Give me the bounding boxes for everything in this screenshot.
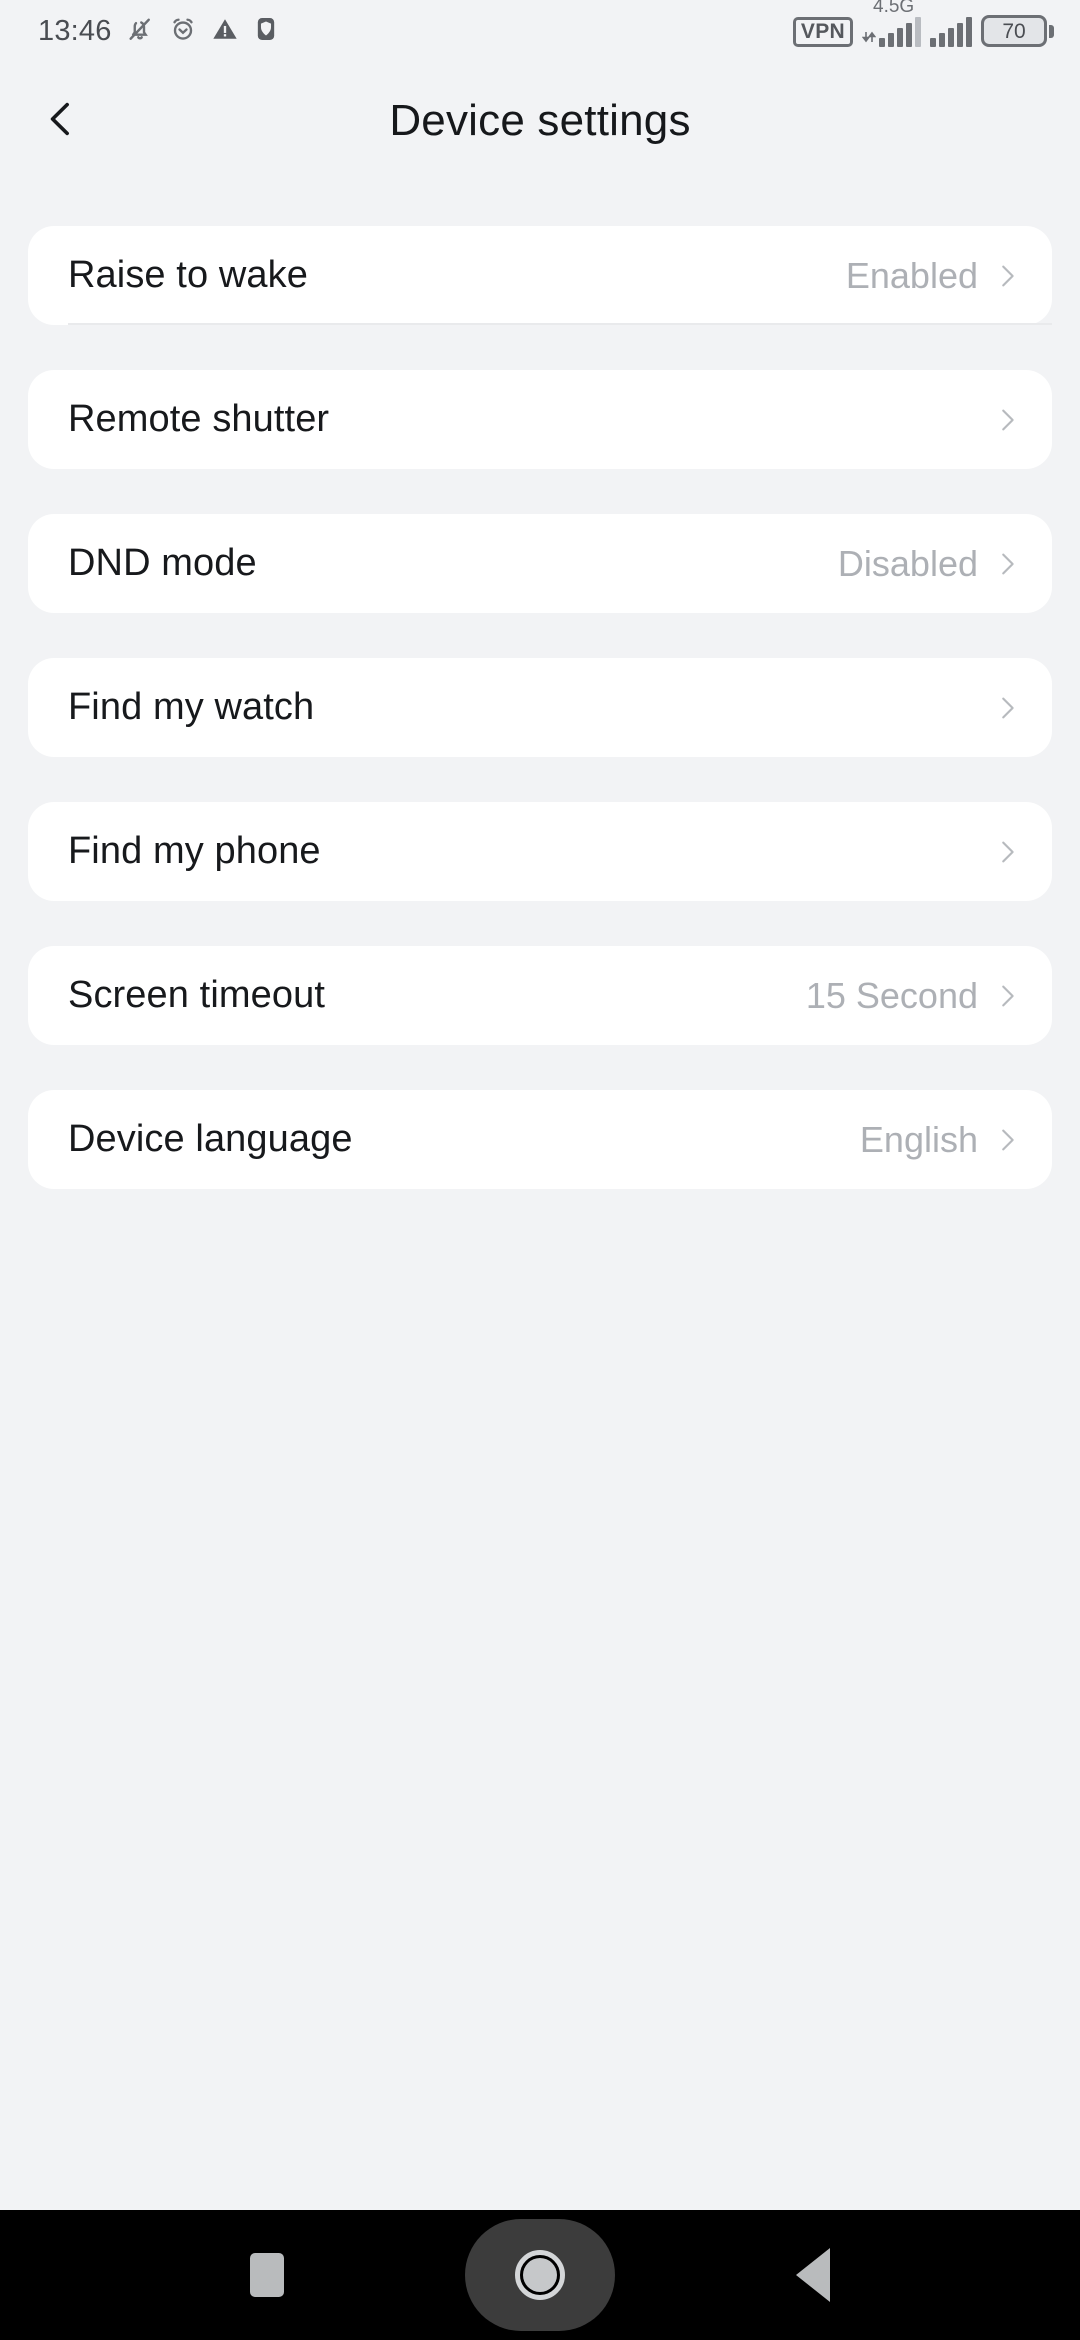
settings-row-label: Find my watch: [68, 686, 315, 728]
chevron-right-icon: [992, 981, 1022, 1011]
settings-row-value: Disabled: [837, 542, 978, 584]
page-title: Device settings: [389, 96, 691, 145]
chevron-right-icon: [992, 261, 1022, 291]
settings-row-device-language[interactable]: Device language English: [28, 1090, 1052, 1189]
triangle-back-icon[interactable]: [796, 2248, 830, 2302]
app-header: Device settings: [0, 62, 1080, 180]
settings-row-remote-shutter[interactable]: Remote shutter: [28, 370, 1052, 469]
back-button[interactable]: [22, 82, 100, 160]
chevron-right-icon: [992, 837, 1022, 867]
settings-row-value: 15 Second: [805, 974, 978, 1016]
settings-row-label: Device language: [68, 1118, 353, 1160]
battery-icon: 70: [981, 15, 1054, 47]
alarm-clock-icon: [168, 14, 198, 49]
settings-row-screen-timeout[interactable]: Screen timeout 15 Second: [28, 946, 1052, 1045]
settings-row-label: Find my phone: [68, 830, 321, 872]
settings-row-value: English: [859, 1118, 978, 1160]
chevron-right-icon: [992, 1125, 1022, 1155]
settings-row-label: Screen timeout: [68, 974, 325, 1016]
phone-screen: 13:46 VPN 4.5G 70 Device settings Raise …: [0, 0, 1080, 2340]
status-bar-right: VPN 4.5G 70: [792, 0, 1054, 47]
settings-row-label: DND mode: [68, 542, 257, 584]
settings-row-raise-to-wake[interactable]: Raise to wake Enabled: [28, 226, 1052, 325]
network-type-label: 4.5G: [873, 0, 915, 17]
vpn-badge: VPN: [792, 17, 853, 47]
status-clock: 13:46: [38, 14, 112, 47]
square-recents-icon[interactable]: [250, 2253, 284, 2297]
settings-row-label: Remote shutter: [68, 398, 330, 440]
status-bar-left: 13:46: [38, 14, 280, 49]
circle-home-icon[interactable]: [465, 2219, 615, 2331]
settings-row-label: Raise to wake: [68, 254, 308, 296]
shield-icon: [252, 15, 280, 48]
settings-row-dnd-mode[interactable]: DND mode Disabled: [28, 514, 1052, 613]
bell-muted-icon: [125, 14, 155, 49]
settings-row-value: Enabled: [845, 254, 978, 296]
signal-bars-sim1: 4.5G: [862, 0, 921, 47]
settings-list: Raise to wake Enabled Remote shutter DND…: [0, 180, 1080, 2210]
settings-row-find-my-watch[interactable]: Find my watch: [28, 658, 1052, 757]
battery-level-label: 70: [1002, 19, 1026, 43]
warning-triangle-icon: [211, 15, 239, 48]
signal-bars-group-1: [879, 17, 921, 47]
signal-bars-sim2: [930, 17, 972, 47]
data-arrows-icon: [862, 17, 876, 47]
settings-row-find-my-phone[interactable]: Find my phone: [28, 802, 1052, 901]
status-bar: 13:46 VPN 4.5G 70: [0, 0, 1080, 62]
chevron-right-icon: [992, 693, 1022, 723]
chevron-right-icon: [992, 405, 1022, 435]
chevron-right-icon: [992, 549, 1022, 579]
chevron-left-icon: [38, 96, 84, 147]
system-navigation-bar: [0, 2210, 1080, 2340]
